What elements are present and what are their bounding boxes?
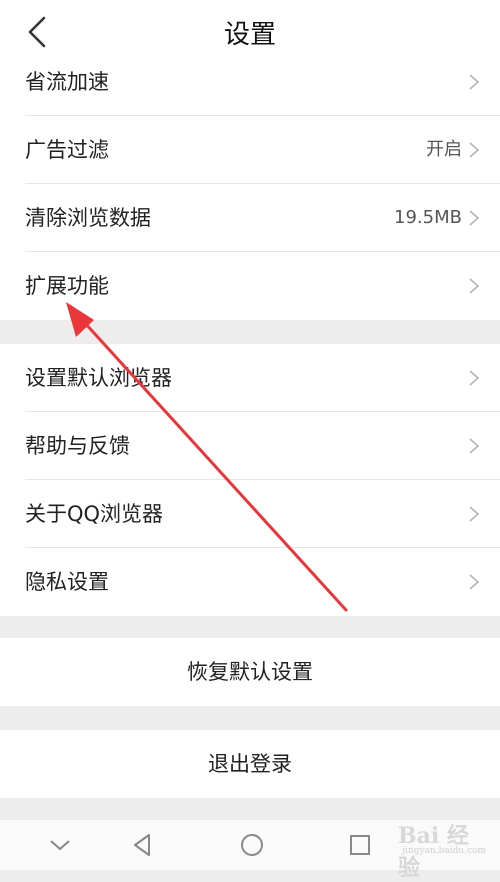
setting-label: 关于QQ浏览器 [25, 502, 164, 526]
setting-label: 设置默认浏览器 [25, 366, 172, 390]
baidu-jingyan-watermark: Bai 经验 jingyan.baidu.com [398, 812, 494, 881]
chevron-right-icon [469, 438, 480, 454]
chevron-right-icon [469, 278, 480, 294]
setting-value: 开启 [426, 139, 462, 160]
setting-row-ad-filter[interactable]: 广告过滤 开启 [0, 116, 500, 184]
setting-row-save-traffic[interactable]: 省流加速 [0, 48, 500, 116]
setting-label: 广告过滤 [25, 138, 109, 162]
setting-label: 扩展功能 [25, 274, 109, 298]
setting-row-default-browser[interactable]: 设置默认浏览器 [0, 344, 500, 412]
setting-row-help-feedback[interactable]: 帮助与反馈 [0, 412, 500, 480]
chevron-right-icon [469, 142, 480, 158]
chevron-right-icon [469, 506, 480, 522]
logout-button[interactable]: 退出登录 [0, 730, 500, 798]
setting-label: 省流加速 [25, 70, 109, 94]
chevron-right-icon [469, 574, 480, 590]
setting-value: 19.5MB [394, 207, 462, 228]
setting-label: 帮助与反馈 [25, 434, 130, 458]
setting-row-extensions[interactable]: 扩展功能 [0, 252, 500, 320]
setting-row-clear-data[interactable]: 清除浏览数据 19.5MB [0, 184, 500, 252]
settings-group-general: 省流加速 广告过滤 开启 清除浏览数据 19.5MB 扩展功能 [0, 48, 500, 320]
page-title: 设置 [223, 20, 276, 50]
setting-label: 清除浏览数据 [25, 206, 151, 230]
home-circle-icon[interactable] [237, 830, 267, 860]
chevron-right-icon [469, 210, 480, 226]
collapse-chevron-icon[interactable] [45, 830, 75, 860]
back-triangle-icon[interactable] [128, 830, 158, 860]
setting-row-about[interactable]: 关于QQ浏览器 [0, 480, 500, 548]
settings-group-about: 设置默认浏览器 帮助与反馈 关于QQ浏览器 隐私设置 [0, 344, 500, 616]
chevron-right-icon [469, 74, 480, 90]
recents-square-icon[interactable] [345, 830, 375, 860]
chevron-right-icon [469, 370, 480, 386]
setting-label: 隐私设置 [25, 570, 109, 594]
watermark-url: jingyan.baidu.com [402, 846, 486, 856]
restore-defaults-button[interactable]: 恢复默认设置 [0, 638, 500, 706]
setting-row-privacy[interactable]: 隐私设置 [0, 548, 500, 616]
